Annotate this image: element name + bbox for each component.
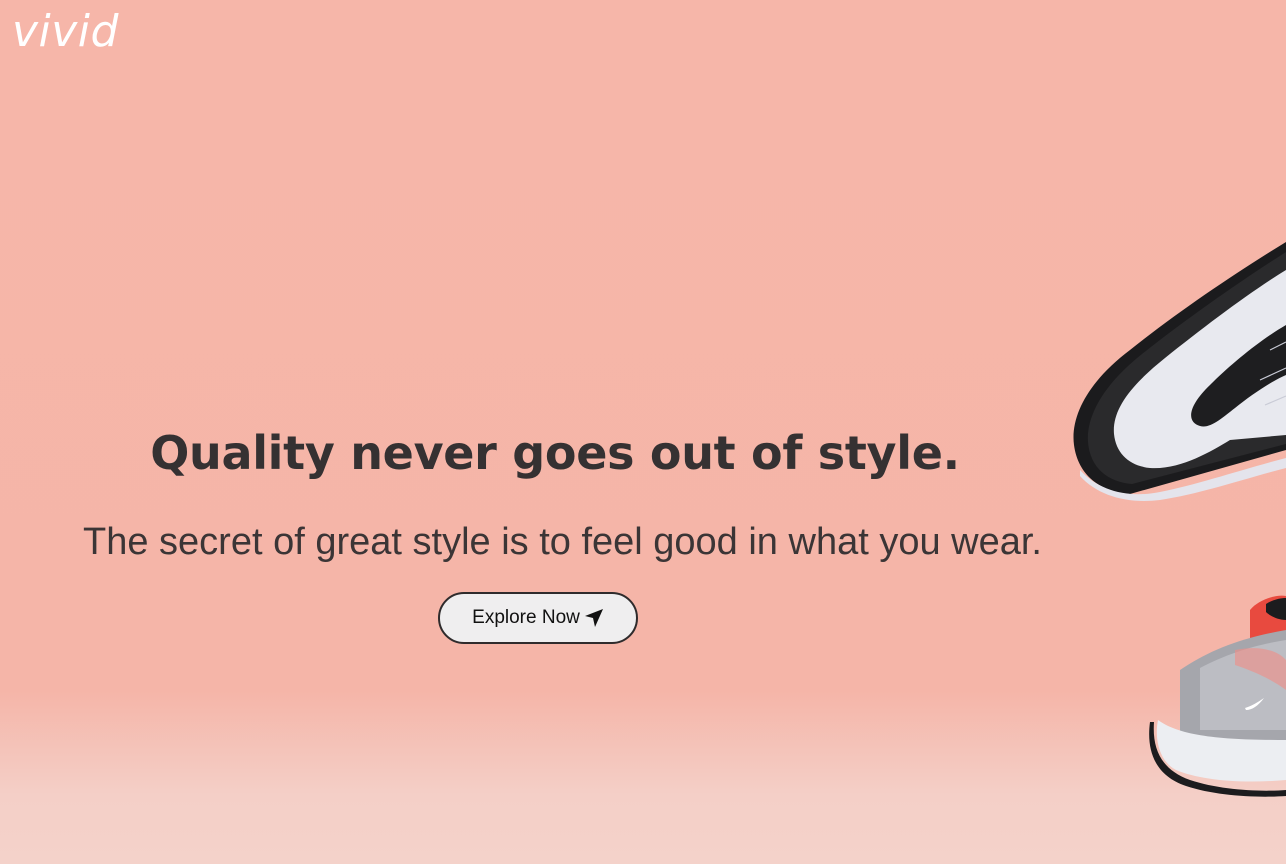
send-arrow-icon [584,608,604,628]
hero-headline: Quality never goes out of style. [150,426,960,480]
sneaker-sole-image [1073,242,1286,501]
explore-now-label: Explore Now [472,607,580,628]
hero-tagline: The secret of great style is to feel goo… [83,521,1042,563]
brand-logo[interactable]: vivid [12,4,119,60]
explore-now-button[interactable]: Explore Now [438,592,638,644]
sneaker-side-image [1149,595,1286,797]
hero-section: Quality never goes out of style. [0,418,1110,488]
